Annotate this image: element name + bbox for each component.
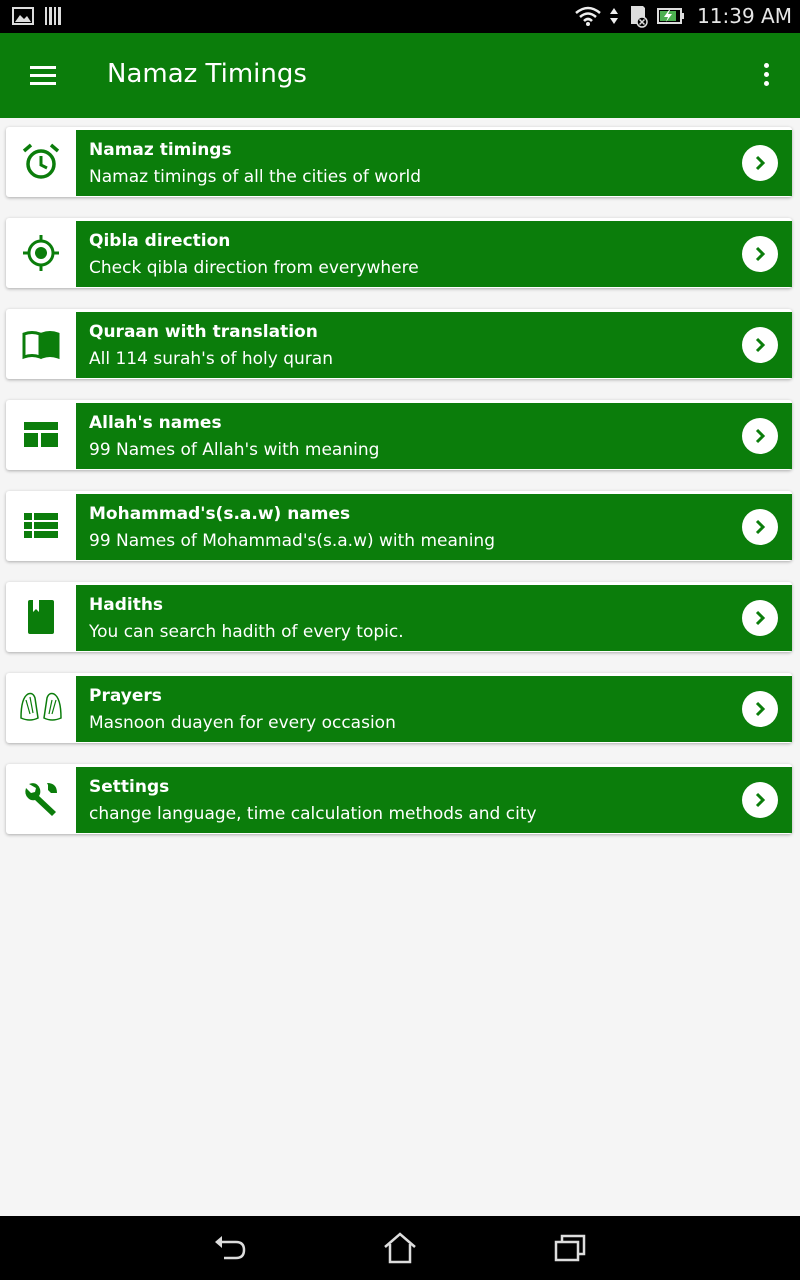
menu-item-title: Allah's names [89,413,222,433]
menu-item-subtitle: Check qibla direction from everywhere [89,258,419,278]
menu-item-prayers[interactable]: Prayers Masnoon duayen for every occasio… [6,673,792,743]
menu-item-quraan[interactable]: Quraan with translation All 114 surah's … [6,309,792,379]
menu-item-body: Namaz timings Namaz timings of all the c… [76,130,792,196]
menu-item-allahs-names[interactable]: Allah's names 99 Names of Allah's with m… [6,400,792,470]
wifi-icon [575,6,601,26]
system-nav-bar [0,1216,800,1280]
menu-item-subtitle: Namaz timings of all the cities of world [89,167,422,187]
alarm-clock-icon [6,127,76,197]
wrench-icon [6,764,76,834]
menu-item-body: Qibla direction Check qibla direction fr… [76,221,792,287]
book-bookmark-icon [6,582,76,652]
menu-item-subtitle: Masnoon duayen for every occasion [89,713,396,733]
grid-layout-icon [6,400,76,470]
menu-item-qibla-direction[interactable]: Qibla direction Check qibla direction fr… [6,218,792,288]
chevron-right-icon[interactable] [742,418,778,454]
chevron-right-icon[interactable] [742,600,778,636]
more-vert-icon[interactable] [758,63,774,91]
barcode-icon [45,7,61,25]
menu-item-subtitle: All 114 surah's of holy quran [89,349,333,369]
menu-item-subtitle: change language, time calculation method… [89,804,537,824]
chevron-right-icon[interactable] [742,691,778,727]
menu-item-title: Quraan with translation [89,322,318,342]
image-icon [12,7,34,25]
sd-card-icon [631,6,648,28]
praying-hands-icon [6,673,76,743]
status-right-icons: 11:39 AM [575,4,792,28]
home-icon[interactable] [380,1230,420,1266]
back-icon[interactable] [210,1230,250,1266]
menu-item-hadiths[interactable]: Hadiths You can search hadith of every t… [6,582,792,652]
menu-item-subtitle: You can search hadith of every topic. [89,622,404,642]
chevron-right-icon[interactable] [742,145,778,181]
menu-item-title: Hadiths [89,595,164,615]
status-left-icons [12,6,62,26]
status-bar: 11:39 AM [0,0,800,33]
app-title: Namaz Timings [107,59,307,89]
data-arrows-icon [610,8,619,24]
chevron-right-icon[interactable] [742,782,778,818]
menu-item-title: Namaz timings [89,140,232,160]
chevron-right-icon[interactable] [742,327,778,363]
menu-item-namaz-timings[interactable]: Namaz timings Namaz timings of all the c… [6,127,792,197]
menu-item-body: Quraan with translation All 114 surah's … [76,312,792,378]
menu-list: Namaz timings Namaz timings of all the c… [6,127,792,855]
menu-item-title: Qibla direction [89,231,231,251]
open-book-icon [6,309,76,379]
recent-apps-icon[interactable] [550,1230,590,1266]
battery-charging-icon [657,8,685,24]
chevron-right-icon[interactable] [742,236,778,272]
chevron-right-icon[interactable] [742,509,778,545]
menu-item-settings[interactable]: Settings change language, time calculati… [6,764,792,834]
crosshair-target-icon [6,218,76,288]
menu-item-title: Mohammad's(s.a.w) names [89,504,351,524]
menu-item-title: Settings [89,777,170,797]
hamburger-menu-icon[interactable] [30,61,70,93]
menu-item-title: Prayers [89,686,162,706]
menu-item-subtitle: 99 Names of Allah's with meaning [89,440,380,460]
list-view-icon [6,491,76,561]
app-bar: Namaz Timings [0,33,800,118]
status-time: 11:39 AM [697,4,792,28]
menu-item-body: Settings change language, time calculati… [76,767,792,833]
menu-item-body: Allah's names 99 Names of Allah's with m… [76,403,792,469]
menu-item-body: Hadiths You can search hadith of every t… [76,585,792,651]
menu-item-body: Mohammad's(s.a.w) names 99 Names of Moha… [76,494,792,560]
menu-item-subtitle: 99 Names of Mohammad's(s.a.w) with meani… [89,531,495,551]
menu-item-mohammads-names[interactable]: Mohammad's(s.a.w) names 99 Names of Moha… [6,491,792,561]
menu-item-body: Prayers Masnoon duayen for every occasio… [76,676,792,742]
